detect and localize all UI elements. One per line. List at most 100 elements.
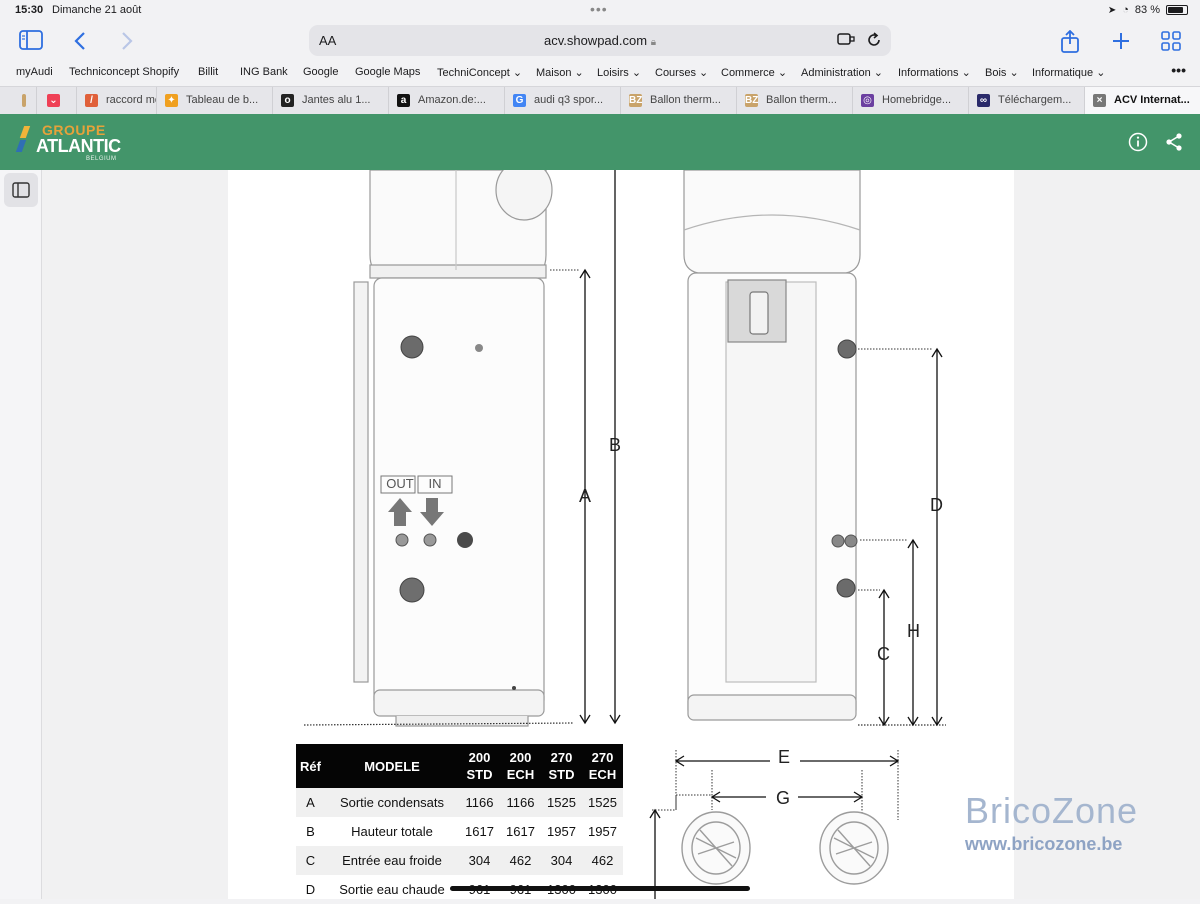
tab-item[interactable]: ✦ Tableau de b... — [156, 87, 272, 115]
bookmark-folder[interactable]: TechniConcept ⌄ — [437, 66, 522, 79]
tab-item[interactable]: G audi q3 spor... — [504, 87, 620, 115]
back-icon[interactable] — [68, 30, 94, 52]
tab-label: audi q3 spor... — [534, 94, 604, 106]
info-icon[interactable] — [1128, 132, 1148, 152]
column-header: 270 STD — [541, 744, 582, 788]
home-indicator[interactable] — [450, 886, 750, 891]
bookmark-folder[interactable]: Courses ⌄ — [655, 66, 708, 79]
tab-favicon-icon: / — [85, 94, 98, 107]
tab-item[interactable]: a Amazon.de:... — [388, 87, 504, 115]
table-cell: Sortie condensats — [325, 788, 459, 817]
new-tab-icon[interactable] — [1108, 30, 1134, 52]
document-page: OUT IN A B D H C E G Réf MODELE 200 STD … — [228, 170, 1014, 899]
tab-item[interactable]: BZ Ballon therm... — [620, 87, 736, 115]
port-circle — [512, 686, 516, 690]
tab-overview-icon[interactable] — [1158, 30, 1184, 52]
table-header-row: Réf MODELE 200 STD 200 ECH 270 STD 270 E… — [296, 744, 623, 788]
share-icon[interactable] — [1057, 29, 1083, 53]
tab-item[interactable]: o Jantes alu 1... — [272, 87, 388, 115]
status-bar: 15:30 Dimanche 21 août ••• ➤ ◔ 83 % — [0, 0, 1200, 22]
out-label: OUT — [386, 476, 414, 491]
bookmark-folder[interactable]: Commerce ⌄ — [721, 66, 787, 79]
tab-close-icon[interactable]: × — [1093, 94, 1106, 107]
bookmark-folder[interactable]: Loisirs ⌄ — [597, 66, 641, 79]
table-cell: 1617 — [506, 824, 535, 839]
tab-item[interactable]: BZ Ballon therm... — [736, 87, 852, 115]
bookmark-folder[interactable]: Bois ⌄ — [985, 66, 1019, 79]
tab-favicon-icon: a — [397, 94, 410, 107]
toggle-thumbnails-button[interactable] — [4, 173, 38, 207]
sidebar-toggle-icon[interactable] — [18, 30, 44, 52]
tab-label: Amazon.de:... — [418, 94, 486, 106]
tab-bar: ⌄ / raccord mé ✦ Tableau de b... o Jante… — [0, 86, 1200, 115]
multitasking-dots-icon[interactable]: ••• — [590, 1, 608, 17]
url-value: acv.showpad.com — [543, 33, 648, 48]
table-row: A Sortie condensats 1166 1166 1525 1525 — [296, 788, 623, 817]
viewer-sidebar — [0, 170, 42, 899]
dimension-label-h: H — [907, 621, 920, 641]
share-network-icon[interactable] — [1164, 132, 1184, 152]
document-viewer[interactable]: OUT IN A B D H C E G Réf MODELE 200 STD … — [42, 170, 1200, 899]
duct-connector — [681, 811, 889, 885]
port-circle — [475, 344, 483, 352]
battery-fill — [1168, 7, 1183, 13]
column-header: 200 STD — [459, 744, 500, 788]
table-cell: Hauteur totale — [351, 824, 433, 839]
more-bookmarks-icon[interactable]: ••• — [1171, 62, 1186, 78]
bookmark-item[interactable]: Google Maps — [355, 66, 420, 78]
forward-icon[interactable] — [113, 30, 139, 52]
bookmark-item[interactable]: ING Bank — [240, 66, 288, 78]
address-bar[interactable]: AA acv.showpad.com 🔒︎ — [309, 25, 891, 56]
table-cell: 304 — [541, 846, 582, 875]
column-header: 200 ECH — [500, 744, 541, 788]
bookmark-folder[interactable]: Administration ⌄ — [801, 66, 883, 79]
bookmark-item[interactable]: Billit — [198, 66, 218, 78]
right-heater — [683, 170, 861, 721]
tab-favicon-icon: G — [513, 94, 526, 107]
table-cell: Entrée eau froide — [325, 846, 459, 875]
status-date: Dimanche 21 août — [52, 4, 142, 16]
bookmark-folder[interactable]: Maison ⌄ — [536, 66, 584, 79]
tab-item[interactable]: ∞ Téléchargem... — [968, 87, 1084, 115]
reader-extension-icon[interactable] — [837, 31, 855, 52]
port-circle — [831, 534, 845, 548]
table-cell: 1525 — [582, 788, 623, 817]
groupe-atlantic-logo[interactable]: GROUPE ATLANTIC BELGIUM — [15, 122, 128, 164]
location-icon: ➤ — [1107, 4, 1117, 16]
app-header: GROUPE ATLANTIC BELGIUM — [0, 114, 1200, 170]
bricozone-watermark: BricoZone www.bricozone.be — [965, 790, 1200, 855]
table-cell: 1957 — [588, 824, 617, 839]
port-circle — [836, 578, 856, 598]
tab-pinned[interactable] — [0, 87, 36, 115]
dimension-label-b: B — [609, 435, 622, 455]
bookmark-item[interactable]: myAudi — [16, 66, 53, 78]
bookmark-item[interactable]: Google — [303, 66, 338, 78]
status-indicators: ➤ ◔ 83 % — [1108, 4, 1188, 16]
specification-table: Réf MODELE 200 STD 200 ECH 270 STD 270 E… — [296, 744, 623, 904]
tab-item-active[interactable]: × ACV Internat... — [1084, 87, 1200, 115]
tab-label: Téléchargem... — [998, 94, 1072, 106]
table-cell: D — [305, 882, 316, 897]
table-cell: 1525 — [541, 788, 582, 817]
tab-label: Homebridge... — [882, 94, 952, 106]
bookmark-item[interactable]: Techniconcept Shopify — [69, 66, 179, 78]
tab-item[interactable]: ◎ Homebridge... — [852, 87, 968, 115]
tab-favicon-icon: BZ — [745, 94, 759, 107]
port-circle — [844, 534, 858, 548]
reload-icon[interactable] — [865, 31, 883, 54]
port-circle — [399, 577, 425, 603]
table-cell: 1617 — [465, 824, 494, 839]
port-circle — [457, 532, 473, 548]
logo-mark — [19, 126, 31, 138]
tab-label: Tableau de b... — [186, 94, 259, 106]
tab-pocket[interactable]: ⌄ — [36, 87, 76, 115]
tab-favicon-icon — [22, 94, 26, 107]
table-cell: C — [296, 846, 325, 875]
bookmark-folder[interactable]: Informations ⌄ — [898, 66, 971, 79]
dimension-label-a: A — [579, 486, 592, 506]
tab-item[interactable]: / raccord mé — [76, 87, 156, 115]
logo-mark — [15, 140, 27, 152]
bookmark-folder[interactable]: Informatique ⌄ — [1032, 66, 1105, 79]
logo-line2: ATLANTIC — [36, 136, 121, 156]
url-text: acv.showpad.com 🔒︎ — [309, 33, 891, 48]
